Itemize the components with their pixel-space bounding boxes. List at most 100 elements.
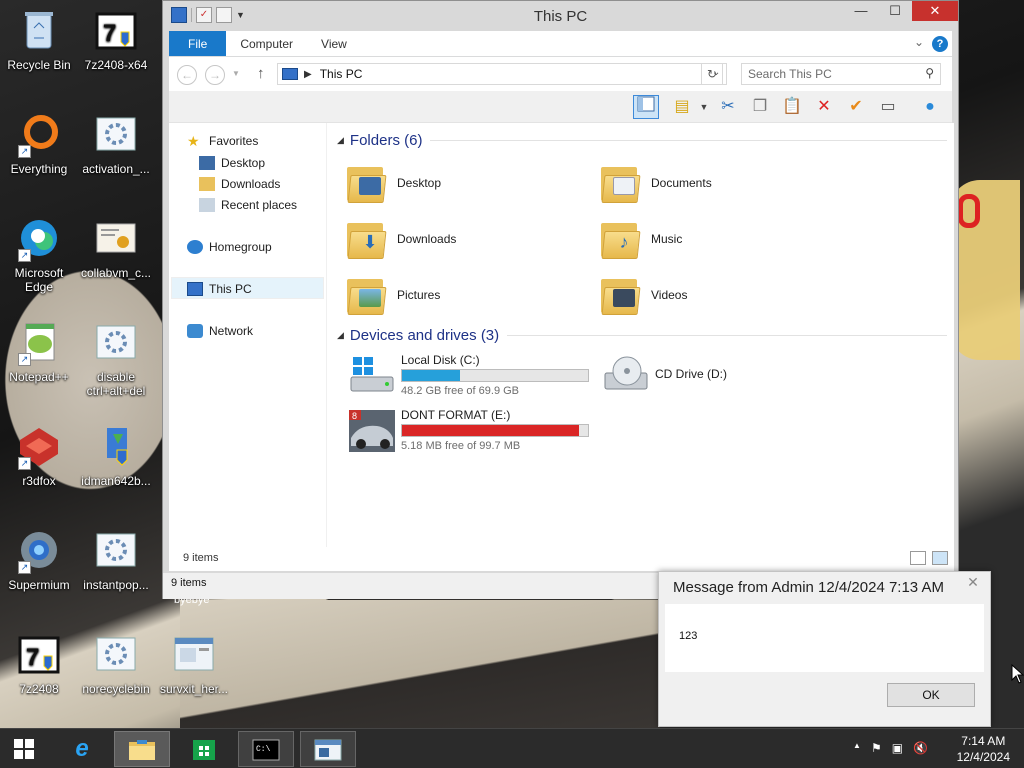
- show-hidden-icons-icon[interactable]: ▲: [853, 741, 861, 755]
- drive-dont-format-e[interactable]: 8 DONT FORMAT (E:) 5.18 MB free of 99.7 …: [347, 408, 597, 454]
- folder-desktop[interactable]: Desktop: [345, 157, 585, 209]
- start-button[interactable]: [0, 731, 48, 767]
- desktop-icon-recycle-bin[interactable]: Recycle Bin: [1, 8, 77, 72]
- ok-button[interactable]: OK: [887, 683, 975, 707]
- drives-group-header[interactable]: ◢ Devices and drives (3): [337, 327, 947, 344]
- help-icon[interactable]: ?: [932, 36, 948, 52]
- tab-file[interactable]: File: [169, 31, 227, 56]
- group-divider: [507, 335, 947, 336]
- nav-desktop[interactable]: Desktop: [199, 153, 265, 173]
- rename-icon[interactable]: ✔: [843, 95, 869, 119]
- drive-local-disk-c[interactable]: Local Disk (C:) 48.2 GB free of 69.9 GB: [347, 353, 597, 399]
- collapse-caret-icon[interactable]: ◢: [337, 135, 344, 146]
- nav-homegroup[interactable]: Homegroup: [187, 237, 272, 257]
- window-title: This PC: [533, 8, 588, 25]
- nav-recent-places[interactable]: Recent places: [199, 195, 297, 215]
- delete-icon[interactable]: ✕: [811, 95, 837, 119]
- breadcrumb-this-pc[interactable]: This PC: [320, 67, 363, 81]
- downloads-folder-icon: ⬇: [345, 217, 389, 261]
- tab-view[interactable]: View: [307, 31, 361, 56]
- drive-usage-bar: [401, 424, 589, 437]
- desktop-icon-7z2408-x64[interactable]: 7 7z2408-x64: [78, 8, 154, 72]
- this-pc-icon: [187, 282, 203, 296]
- address-bar[interactable]: ▶ This PC ⌄: [277, 63, 727, 85]
- nav-this-pc[interactable]: This PC: [187, 279, 252, 299]
- folder-videos[interactable]: Videos: [599, 269, 839, 321]
- up-button[interactable]: ↑: [257, 65, 265, 82]
- expand-ribbon-icon[interactable]: ⌄: [914, 35, 924, 49]
- close-button[interactable]: ✕: [912, 1, 958, 21]
- windows-logo-icon: [14, 739, 34, 759]
- taskbar-message-window[interactable]: [300, 731, 356, 767]
- desktop-icon-instantpop[interactable]: instantpop...: [78, 528, 154, 592]
- nav-favorites[interactable]: ★ Favorites: [187, 131, 258, 151]
- nav-network[interactable]: Network: [187, 321, 253, 341]
- folders-group-header[interactable]: ◢ Folders (6): [337, 132, 947, 149]
- tab-computer[interactable]: Computer: [226, 31, 307, 56]
- taskbar-store[interactable]: [176, 731, 232, 767]
- folder-downloads[interactable]: ⬇ Downloads: [345, 213, 585, 265]
- preview-pane-icon[interactable]: [633, 95, 659, 119]
- action-center-flag-icon[interactable]: ⚑: [871, 741, 882, 755]
- window-titlebar[interactable]: ✓ ▼ This PC — ☐ ✕: [163, 1, 958, 31]
- recent-locations-icon[interactable]: ▼: [232, 69, 240, 78]
- drive-cd-d[interactable]: CD Drive (D:): [601, 353, 851, 399]
- desktop-icon-activation[interactable]: activation_...: [78, 112, 154, 176]
- item-count: 9 items: [183, 552, 219, 564]
- desktop-icon-idman[interactable]: idman642b...: [78, 424, 154, 488]
- desktop-icon-r3dfox[interactable]: ↗ r3dfox: [1, 424, 77, 488]
- star-icon: ★: [187, 133, 200, 149]
- taskbar-command-prompt[interactable]: C:\: [238, 731, 294, 767]
- search-input[interactable]: Search This PC ⚲: [741, 63, 941, 85]
- file-explorer-window: ✓ ▼ This PC — ☐ ✕ File Computer View ⌄ ?…: [162, 0, 960, 599]
- dialog-close-button[interactable]: ✕: [962, 574, 984, 592]
- taskbar-clock[interactable]: 7:14 AM 12/4/2024: [957, 733, 1010, 765]
- dropdown-icon[interactable]: ▼: [691, 95, 717, 119]
- desktop-icon-everything[interactable]: ↗ Everything: [1, 112, 77, 176]
- window-item-count: 9 items: [171, 577, 207, 589]
- maximize-button[interactable]: ☐: [878, 1, 912, 21]
- desktop-icon-norecyclebin[interactable]: norecyclebin: [78, 632, 154, 696]
- large-icons-view-icon[interactable]: [932, 551, 948, 565]
- network-icon[interactable]: ▣: [892, 741, 903, 755]
- desktop-icon-survxit[interactable]: survxit_her...: [156, 632, 232, 696]
- nav-downloads[interactable]: Downloads: [199, 174, 280, 194]
- network-icon: [187, 324, 203, 338]
- paste-icon[interactable]: 📋: [779, 95, 805, 119]
- folder-documents[interactable]: Documents: [599, 157, 839, 209]
- minimize-button[interactable]: —: [844, 1, 878, 21]
- globe-icon[interactable]: ●: [917, 95, 943, 119]
- folder-pictures[interactable]: Pictures: [345, 269, 585, 321]
- taskbar-internet-explorer[interactable]: e: [54, 731, 110, 767]
- forward-button[interactable]: →: [205, 65, 225, 85]
- taskbar-file-explorer[interactable]: [114, 731, 170, 767]
- breadcrumb-chevron-icon[interactable]: ▶: [304, 69, 312, 80]
- details-view-icon[interactable]: [910, 551, 926, 565]
- desktop-icon-disable-ctrl-alt-del[interactable]: disable ctrl+alt+del: [78, 320, 154, 398]
- desktop-icon-label: 7z2408-x64: [84, 58, 148, 72]
- drive-name: DONT FORMAT (E:): [401, 408, 511, 422]
- desktop-icon-edge[interactable]: ↗ Microsoft Edge: [1, 216, 77, 294]
- properties-icon[interactable]: ▭: [875, 95, 901, 119]
- refresh-button[interactable]: ↻: [701, 63, 723, 85]
- dialog-titlebar[interactable]: Message from Admin 12/4/2024 7:13 AM ✕: [659, 572, 990, 604]
- desktop-icon-label: collabvm_c...: [80, 266, 152, 280]
- edge-browser-icon: ↗: [16, 216, 62, 262]
- desktop-icon-collabvm[interactable]: collabvm_c...: [78, 216, 154, 280]
- folder-label: Desktop: [397, 176, 442, 190]
- dialog-message-text: 123: [679, 630, 698, 642]
- desktop-icon-7z2408[interactable]: 7 7z2408: [1, 632, 77, 696]
- volume-muted-icon[interactable]: 🔇: [913, 741, 928, 755]
- desktop-icon-label: disable ctrl+alt+del: [86, 370, 146, 398]
- back-button[interactable]: ←: [177, 65, 197, 85]
- copy-icon[interactable]: ❐: [747, 95, 773, 119]
- desktop-icon-supermium[interactable]: ↗ Supermium: [1, 528, 77, 592]
- folder-music[interactable]: ♪ Music: [599, 213, 839, 265]
- desktop-icon-notepadpp[interactable]: ↗ Notepad++: [1, 320, 77, 384]
- svg-text:8: 8: [352, 411, 357, 421]
- cut-icon[interactable]: ✂: [715, 95, 741, 119]
- idm-installer-icon: [93, 424, 139, 470]
- r3dfox-browser-icon: ↗: [16, 424, 62, 470]
- wallpaper-art: [180, 600, 660, 728]
- collapse-caret-icon[interactable]: ◢: [337, 330, 344, 341]
